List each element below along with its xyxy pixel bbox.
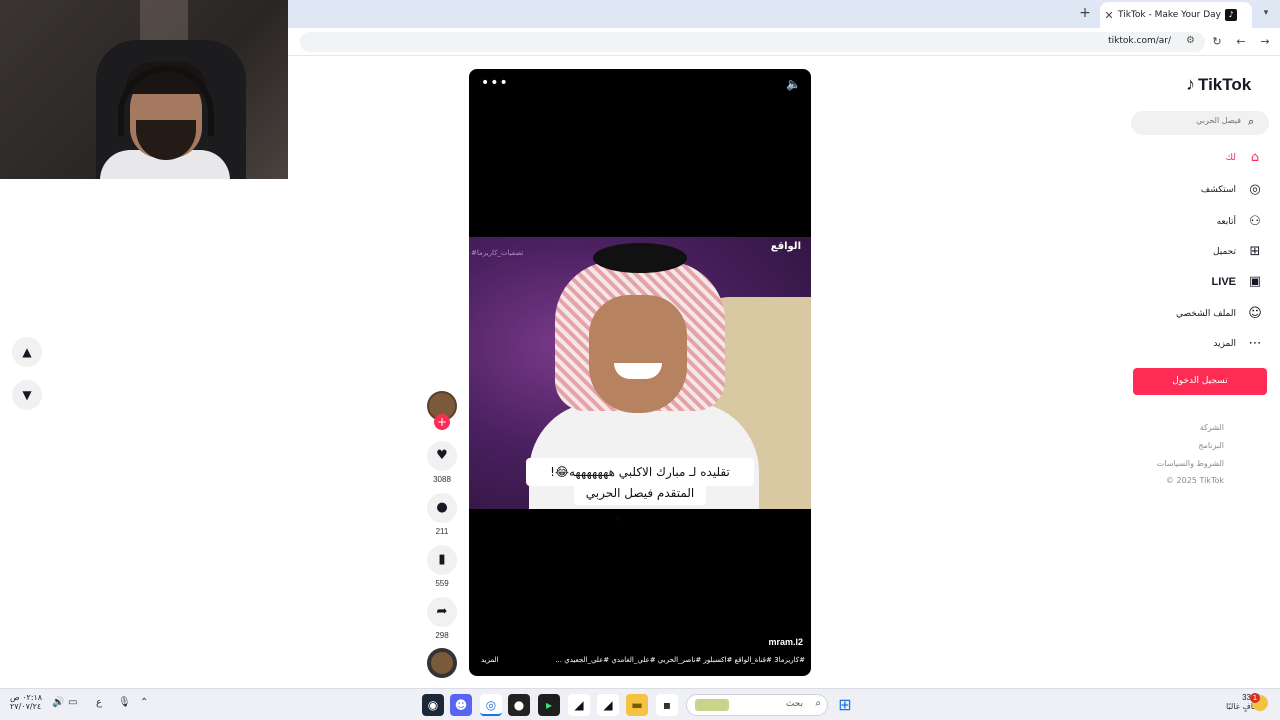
url-text: tiktok.com/ar/ xyxy=(1108,36,1171,46)
start-windows-icon[interactable]: ⊞ xyxy=(834,694,856,716)
save-action[interactable]: ▮ 559 xyxy=(427,545,457,588)
search-highlight-icon xyxy=(695,699,729,711)
obs-icon[interactable]: ● xyxy=(508,694,530,716)
tiktok-logo[interactable]: ♪ TikTok xyxy=(1186,74,1251,95)
nav-item-profile[interactable]: ☺ الملف الشخصي xyxy=(1176,303,1264,325)
search-input[interactable] xyxy=(1141,116,1241,125)
compass-icon: ◎ xyxy=(1249,182,1261,197)
heart-icon[interactable]: ♥ xyxy=(427,441,457,471)
bookmark-icon[interactable]: ▮ xyxy=(427,545,457,575)
share-action[interactable]: ➦ 298 xyxy=(427,597,457,640)
upload-icon: ⊞ xyxy=(1249,244,1261,259)
video-options-icon[interactable]: ••• xyxy=(481,75,509,91)
capcut-icon[interactable]: ◢ xyxy=(568,694,590,716)
comment-action[interactable]: ● 211 xyxy=(427,493,457,536)
nav-item-explore[interactable]: ◎ استكشف xyxy=(1201,179,1264,201)
tiktok-icon: ♪ xyxy=(1225,9,1238,21)
footer-link-company[interactable]: الشركة xyxy=(1200,423,1224,432)
footer-copyright: © 2025 TikTok xyxy=(1166,476,1224,485)
nav-item-following[interactable]: ⚇ أتابعه xyxy=(1217,211,1264,233)
video-player[interactable]: ••• 🔈 #تصفيات_كاريزما الواقع تقليده لـ م… xyxy=(469,69,811,676)
nav-label: أتابعه xyxy=(1216,217,1236,227)
webcam-overlay xyxy=(0,0,288,179)
like-count: 3088 xyxy=(433,475,451,484)
video-hashtags[interactable]: #كاريزما3 #قناة_الواقع #اكسبلور #ناصر_ال… xyxy=(479,656,805,664)
nav-label: استكشف xyxy=(1200,185,1236,195)
chrome-icon[interactable]: ◎ xyxy=(480,694,502,716)
profile-icon: ☺ xyxy=(1248,306,1262,321)
network-icon[interactable]: ▭ xyxy=(68,697,77,708)
nav-label: الملف الشخصي xyxy=(1176,309,1236,319)
nav-label: LIVE xyxy=(1211,276,1236,288)
nav-label: المزيد xyxy=(1213,339,1236,349)
next-video-chevron-down-icon[interactable]: ▼ xyxy=(12,380,42,410)
channel-tag: الواقع xyxy=(770,241,801,252)
login-button[interactable]: تسجيل الدخول xyxy=(1133,368,1267,395)
nav-item-for-you[interactable]: ⌂ لك xyxy=(1226,147,1264,169)
terminal-icon[interactable]: ▸ xyxy=(538,694,560,716)
volume-icon[interactable]: 🔈 xyxy=(786,77,801,91)
notification-badge: 1 xyxy=(1250,693,1260,703)
taskbar-search-label: بحث xyxy=(785,699,803,709)
reload-icon[interactable]: ↻ xyxy=(1209,34,1225,50)
search-icon[interactable]: ⌕ xyxy=(1248,115,1262,129)
footer-link-terms[interactable]: الشروط والسياسات xyxy=(1157,459,1224,468)
video-watermark: #تصفيات_كاريزما xyxy=(471,249,524,257)
file-explorer-icon[interactable]: ▬ xyxy=(626,694,648,716)
hand-cursor-icon: ☝ xyxy=(613,512,622,528)
share-count: 298 xyxy=(435,631,449,640)
clock-time: ٠٢:١٨ ص xyxy=(10,693,43,702)
chevron-up-tray-icon[interactable]: ⌃ xyxy=(140,697,148,708)
video-author[interactable]: mram.l2 xyxy=(768,637,803,647)
taskbar-search[interactable]: بحث ⌕ xyxy=(686,694,828,716)
follow-plus-icon[interactable]: + xyxy=(434,414,450,430)
previous-video-chevron-up-icon[interactable]: ▲ xyxy=(12,337,42,367)
see-more-link[interactable]: المزيد xyxy=(481,656,499,664)
footer-link-program[interactable]: البرنامج xyxy=(1198,441,1224,450)
search-icon: ⌕ xyxy=(815,698,821,709)
site-settings-icon[interactable]: ⚙ xyxy=(1186,35,1195,46)
nav-label: لك xyxy=(1225,153,1236,163)
comment-icon[interactable]: ● xyxy=(427,493,457,523)
windows-taskbar: ٠٢:١٨ ص ٢٧/٠٧/٢٤ 🔊 ▭ ع 🎙 ⌃ ◉ ☻ ◎ ● ▸ ◢ ◢… xyxy=(0,688,1280,720)
discord-icon[interactable]: ☻ xyxy=(450,694,472,716)
steam-icon[interactable]: ◉ xyxy=(422,694,444,716)
logo-text: TikTok xyxy=(1198,74,1252,94)
forward-arrow-icon[interactable]: → xyxy=(1257,34,1273,50)
save-count: 559 xyxy=(435,579,449,588)
following-icon: ⚇ xyxy=(1249,214,1261,229)
search-box[interactable]: ⌕ xyxy=(1131,111,1269,135)
nav-item-more[interactable]: ⋯ المزيد xyxy=(1213,333,1264,355)
close-tab-icon[interactable]: ✕ xyxy=(1100,9,1118,22)
system-clock[interactable]: ٠٢:١٨ ص ٢٧/٠٧/٢٤ xyxy=(10,693,42,711)
speaker-face xyxy=(589,295,687,413)
nav-label: تحميل xyxy=(1212,247,1236,257)
language-indicator[interactable]: ع xyxy=(96,697,102,708)
new-tab-button[interactable]: + xyxy=(1076,4,1094,22)
address-bar[interactable]: tiktok.com/ar/ ⚙ xyxy=(300,32,1205,52)
home-icon: ⌂ xyxy=(1250,150,1260,165)
live-icon: ▣ xyxy=(1248,274,1262,289)
speaker-icon[interactable]: 🔊 xyxy=(52,697,64,708)
tab-search-chevron-icon[interactable]: ▾ xyxy=(1257,4,1275,22)
clock-date: ٢٧/٠٧/٢٤ xyxy=(10,702,42,711)
app-window-icon[interactable]: ▪ xyxy=(656,694,678,716)
more-icon: ⋯ xyxy=(1248,336,1262,351)
music-disc-icon[interactable] xyxy=(427,648,457,678)
nav-item-live[interactable]: ▣ LIVE xyxy=(1212,271,1264,293)
video-frame: #تصفيات_كاريزما الواقع تقليده لـ مبارك ا… xyxy=(469,237,811,509)
caption-line-2: المتقدم فيصل الحربي xyxy=(574,481,706,505)
back-arrow-icon[interactable]: ← xyxy=(1233,34,1249,50)
comment-count: 211 xyxy=(435,527,449,536)
agal xyxy=(593,243,687,273)
tab-title: TikTok - Make Your Day xyxy=(1118,10,1222,20)
capcut-2-icon[interactable]: ◢ xyxy=(597,694,619,716)
tiktok-note-icon: ♪ xyxy=(1186,74,1195,94)
microphone-icon[interactable]: 🎙 xyxy=(118,697,131,708)
like-action[interactable]: ♥ 3088 xyxy=(427,441,457,484)
share-icon[interactable]: ➦ xyxy=(427,597,457,627)
browser-tab-tiktok[interactable]: ✕ TikTok - Make Your Day ♪ xyxy=(1100,2,1252,28)
nav-item-upload[interactable]: ⊞ تحميل xyxy=(1213,241,1264,263)
